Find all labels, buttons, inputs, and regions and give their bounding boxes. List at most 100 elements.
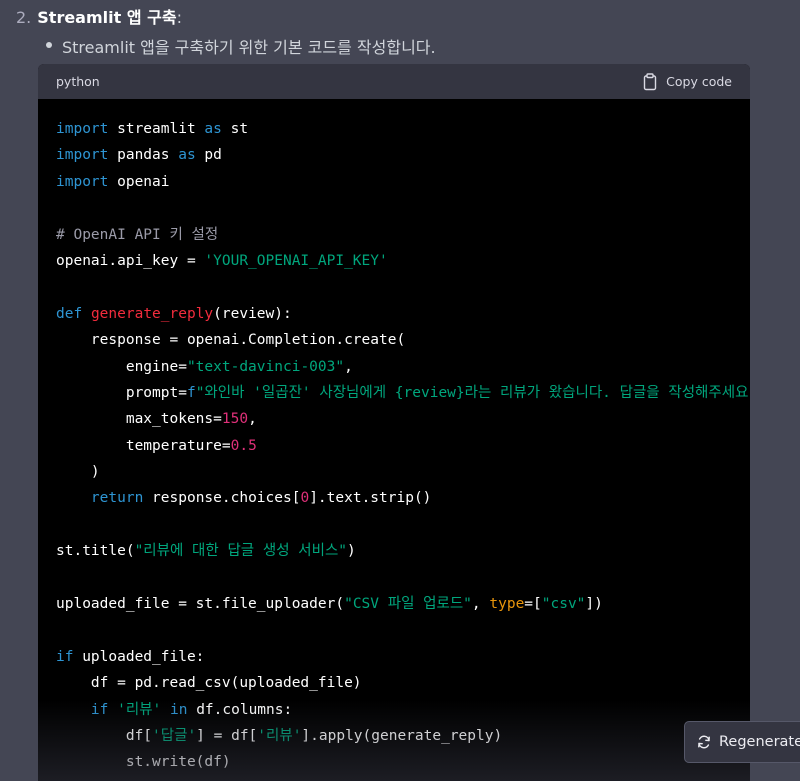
code-line: def generate_reply(review): xyxy=(56,301,732,327)
code-token: "text-davinci-003" xyxy=(186,358,345,375)
code-token: 150 xyxy=(221,411,249,428)
code-token: (review): xyxy=(213,305,292,322)
code-line: max_tokens=150, xyxy=(56,406,732,432)
code-token: df[ xyxy=(56,727,153,744)
code-line: ​ xyxy=(56,195,732,221)
code-token: '리뷰' xyxy=(117,701,162,718)
code-token: import xyxy=(56,121,109,137)
code-line: ​ xyxy=(56,617,732,643)
code-line: if '리뷰' in df.columns: xyxy=(56,697,732,723)
code-token: '리뷰' xyxy=(257,727,302,744)
code-token: "csv" xyxy=(541,596,586,613)
regenerate-label: Regenerate xyxy=(719,734,800,750)
code-token: openai xyxy=(108,173,170,190)
code-token: st xyxy=(221,121,249,137)
code-token: return xyxy=(90,490,144,507)
code-token: if xyxy=(90,701,109,718)
code-token: response = openai.Completion.create( xyxy=(56,332,406,349)
code-line: ​ xyxy=(56,512,732,538)
code-language-label: python xyxy=(56,74,100,89)
code-line: return response.choices[0].text.strip() xyxy=(56,485,732,511)
code-token: openai.api_key = xyxy=(56,252,205,269)
code-token: temperature= xyxy=(56,437,231,454)
code-token: "리뷰에 대한 답글 생성 서비스" xyxy=(134,543,348,560)
code-token: st.write(df) xyxy=(56,754,231,771)
code-line: openai.api_key = 'YOUR_OPENAI_API_KEY' xyxy=(56,248,732,274)
code-line: df['답글'] = df['리뷰'].apply(generate_reply… xyxy=(56,723,732,749)
code-token: "CSV 파일 업로드" xyxy=(344,596,472,613)
code-line: if uploaded_file: xyxy=(56,644,732,670)
code-line: ​ xyxy=(56,274,732,300)
code-token: pd xyxy=(195,147,222,164)
code-line: uploaded_file = st.file_uploader("CSV 파일… xyxy=(56,591,732,617)
code-token: import xyxy=(56,173,109,190)
refresh-icon xyxy=(697,735,711,749)
chat-page: 2. Streamlit 앱 구축: Streamlit 앱을 구축하기 위한 기… xyxy=(0,0,800,781)
code-token: ) xyxy=(56,464,100,481)
code-token: f xyxy=(186,384,196,401)
code-token: streamlit xyxy=(108,121,205,137)
code-line: ​ xyxy=(56,565,732,591)
bullet-item: Streamlit 앱을 구축하기 위한 기본 코드를 작성합니다. xyxy=(46,36,436,60)
code-line: st.write(df) xyxy=(56,749,732,775)
bullet-text: Streamlit 앱을 구축하기 위한 기본 코드를 작성합니다. xyxy=(62,38,436,57)
code-token: '답글' xyxy=(152,727,197,744)
code-token: import xyxy=(56,147,109,164)
code-token: st.title( xyxy=(56,543,135,560)
code-token: ) xyxy=(347,543,356,560)
code-token: generate_reply xyxy=(90,305,214,322)
code-line: prompt=f"와인바 '일곱잔' 사장님에게 {review}라는 리뷰가 … xyxy=(56,380,750,406)
code-line: temperature=0.5 xyxy=(56,433,732,459)
code-token: as xyxy=(204,121,222,137)
code-line: # OpenAI API 키 설정 xyxy=(56,222,732,248)
code-token: max_tokens= xyxy=(56,411,222,428)
code-token: df.columns: xyxy=(187,701,293,718)
code-token: if xyxy=(56,648,74,665)
code-line: ) xyxy=(56,459,732,485)
code-token: , xyxy=(471,596,490,613)
code-token: , xyxy=(248,411,257,428)
step-suffix: : xyxy=(176,8,182,27)
code-token: in xyxy=(170,701,188,718)
code-token: response.choices[ xyxy=(143,490,301,507)
code-line: import openai xyxy=(56,169,732,195)
code-body: import streamlit as st import pandas as p… xyxy=(38,99,750,776)
code-line: st.title("리뷰에 대한 답글 생성 서비스") xyxy=(56,538,732,564)
code-line: import streamlit as st xyxy=(56,116,732,142)
code-block-header: python Copy code xyxy=(38,64,750,99)
code-line: engine="text-davinci-003", xyxy=(56,354,732,380)
code-line: response = openai.Completion.create( xyxy=(56,327,732,353)
code-line: df = pd.read_csv(uploaded_file) xyxy=(56,670,732,696)
copy-code-button[interactable]: Copy code xyxy=(642,72,732,91)
list-step-heading: 2. Streamlit 앱 구축: xyxy=(16,6,182,30)
code-token: def xyxy=(56,305,83,322)
regenerate-button[interactable]: Regenerate xyxy=(684,721,800,763)
code-block: python Copy code import streamlit as st i… xyxy=(38,64,750,781)
code-token: 'YOUR_OPENAI_API_KEY' xyxy=(204,252,388,269)
code-token: ]) xyxy=(585,596,603,613)
code-token: ].apply(generate_reply) xyxy=(301,727,503,744)
code-token: df = pd.read_csv(uploaded_file) xyxy=(56,675,362,692)
code-token: uploaded_file = st.file_uploader( xyxy=(56,596,345,613)
code-line: import pandas as pd xyxy=(56,142,732,168)
code-token: as xyxy=(178,147,196,164)
code-token: type xyxy=(489,596,525,613)
code-token: pandas xyxy=(108,147,179,164)
code-token: uploaded_file: xyxy=(73,648,205,665)
code-token: 0 xyxy=(300,490,310,507)
code-token: engine= xyxy=(56,358,187,375)
code-token: ] = df[ xyxy=(196,727,258,744)
clipboard-icon xyxy=(642,72,658,91)
step-title: Streamlit 앱 구축 xyxy=(37,8,177,27)
code-token: 0.5 xyxy=(230,437,257,454)
code-token: , xyxy=(344,358,353,375)
code-token: ].text.strip() xyxy=(309,490,432,507)
code-token: # OpenAI API 키 설정 xyxy=(56,226,219,243)
step-number: 2. xyxy=(16,8,32,27)
code-token: =[ xyxy=(524,596,542,613)
